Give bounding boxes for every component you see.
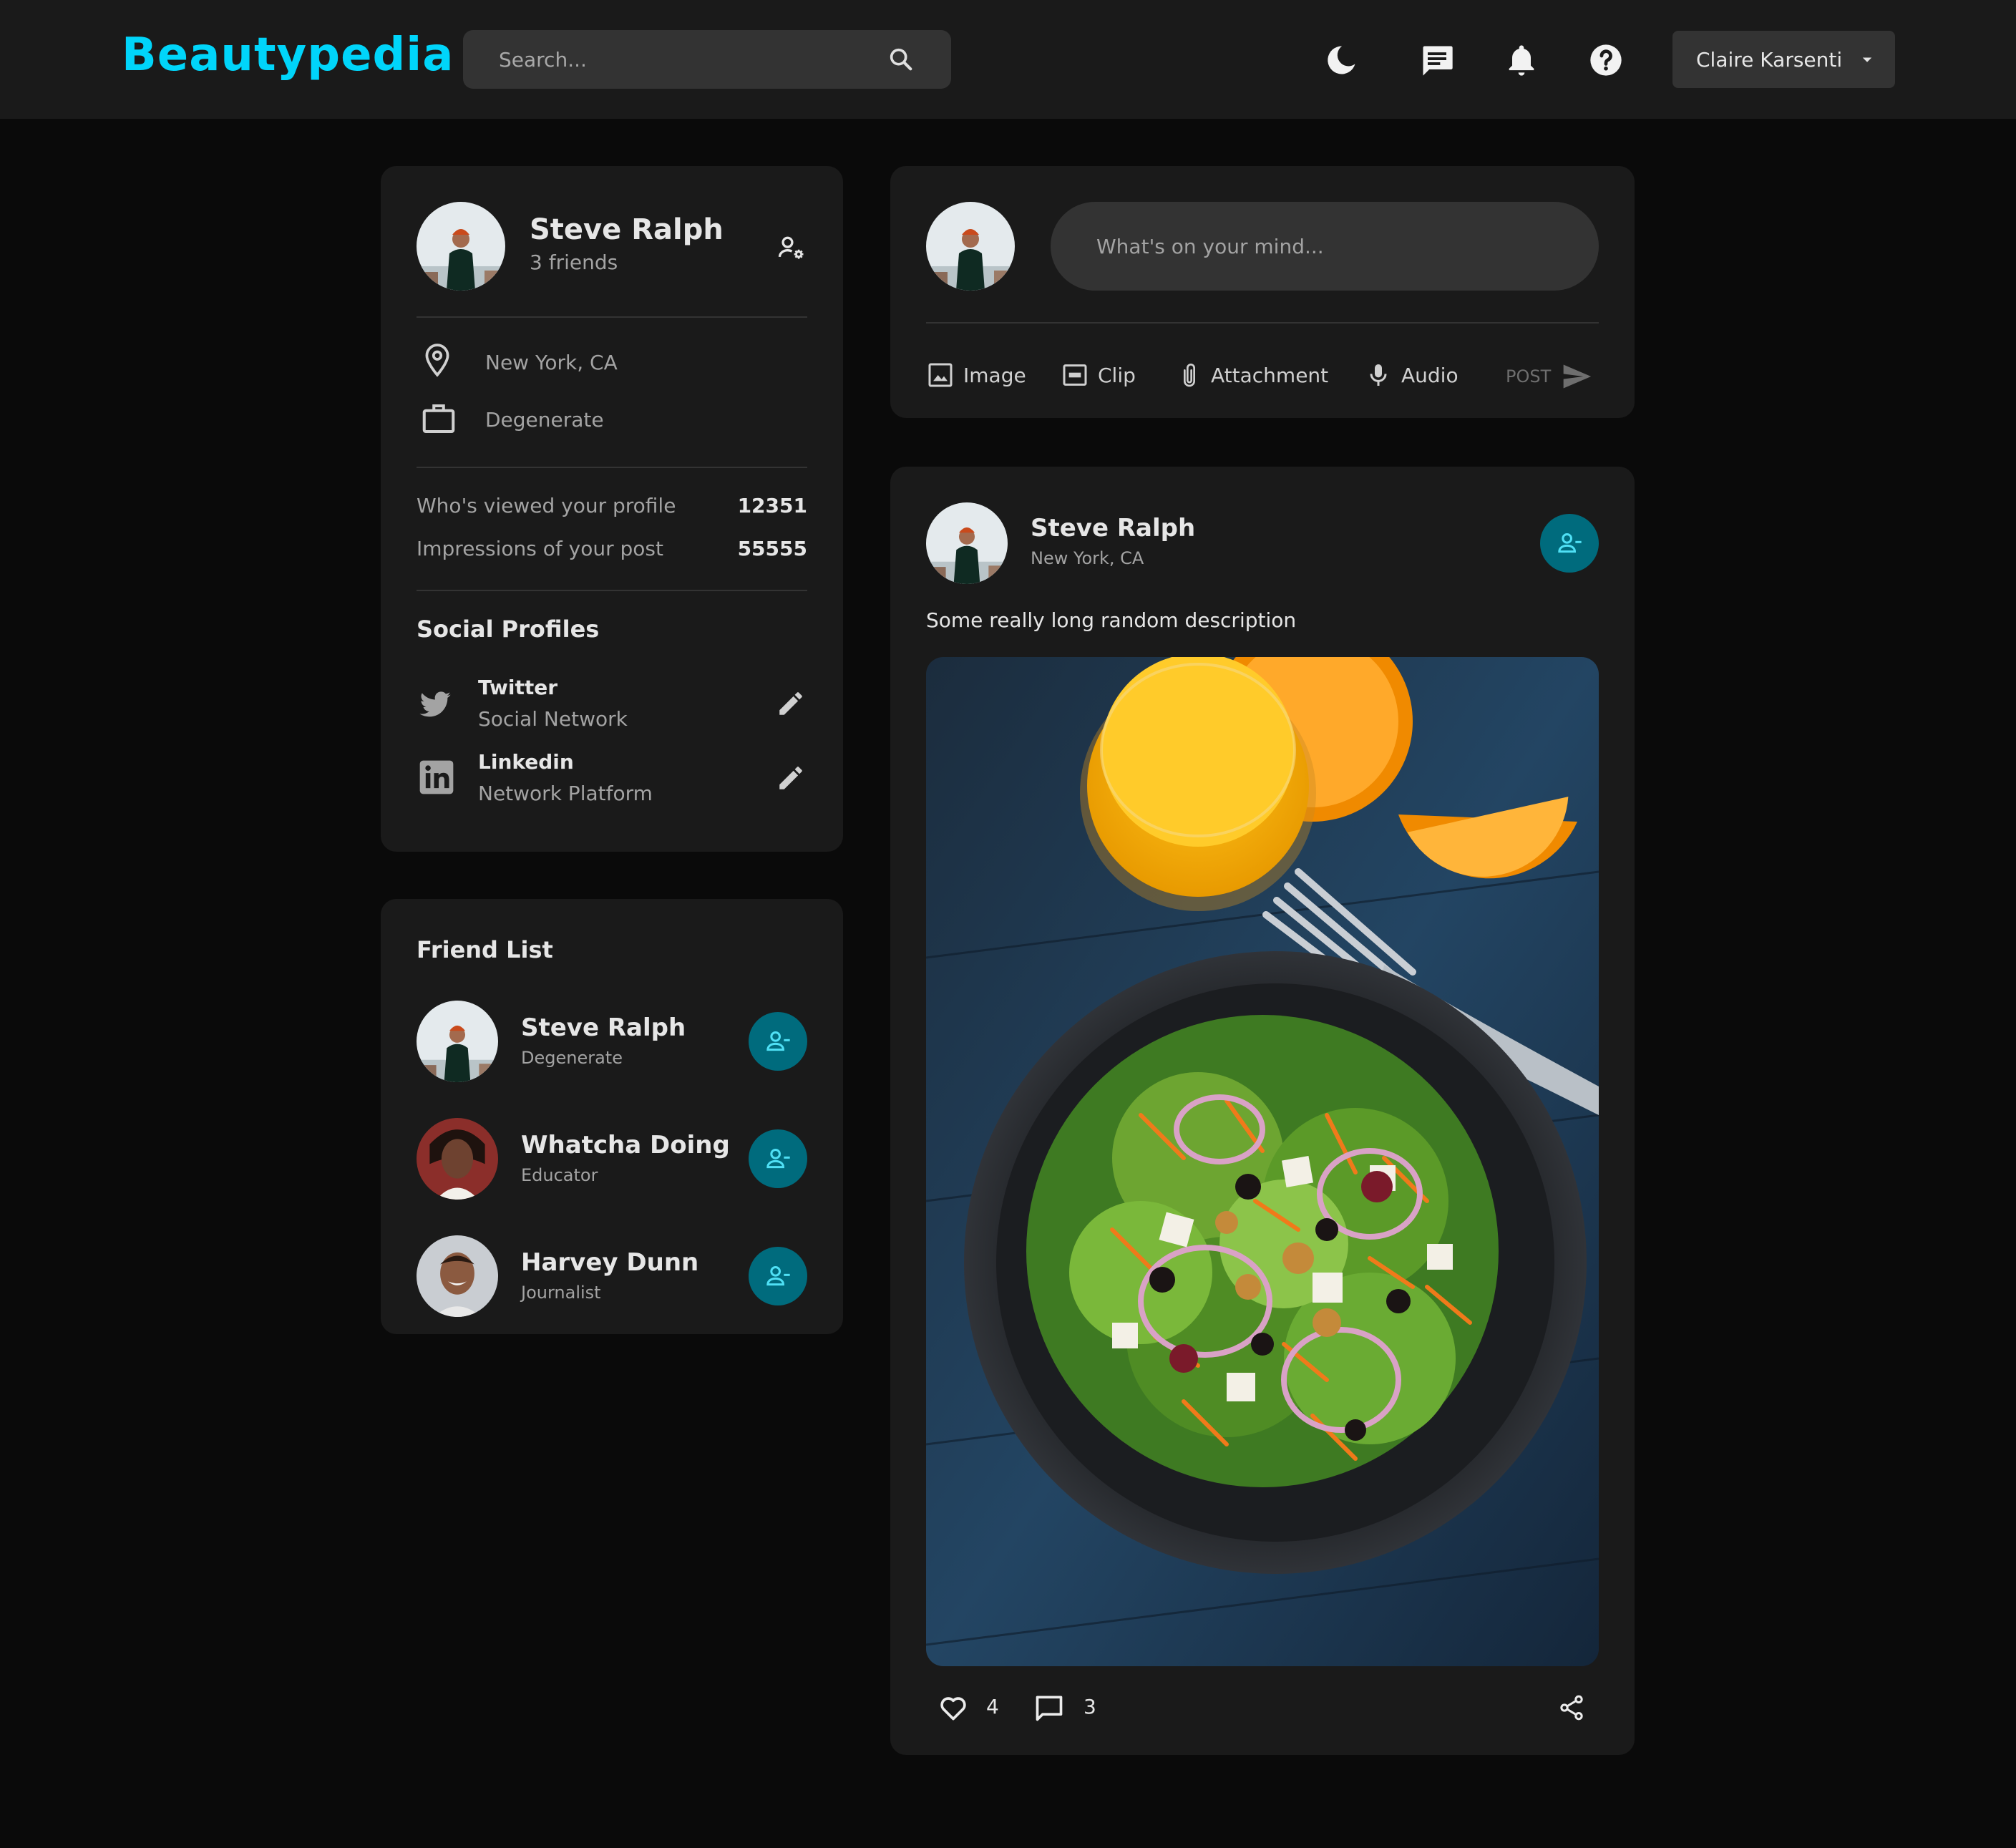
profile-divider (417, 590, 807, 591)
user-menu-select[interactable]: Claire Karsenti (1672, 31, 1895, 88)
search-input[interactable] (499, 47, 880, 72)
post-composer-card: [data-name="composer-input"]::placeholde… (890, 166, 1635, 418)
composer-input[interactable] (1051, 202, 1599, 291)
friend-list-card: Friend List Steve Ralph Degenerate Whatc (381, 899, 843, 1334)
post-author-avatar[interactable] (926, 502, 1008, 584)
profile-friend-count: 3 friends (530, 251, 618, 274)
person-remove-icon (766, 1266, 790, 1286)
friend-avatar[interactable] (417, 1001, 498, 1082)
twitter-icon (419, 691, 451, 717)
social-name-linkedin[interactable]: Linkedin (478, 750, 574, 774)
stat-label-profile-views: Who's viewed your profile (417, 494, 676, 517)
gif-icon (1063, 364, 1087, 386)
dark-mode-icon[interactable] (1323, 42, 1360, 79)
stat-value-profile-views: 12351 (737, 494, 807, 517)
composer-action-audio[interactable]: Audio (1364, 361, 1459, 389)
friend-name[interactable]: Whatcha Doing (521, 1131, 730, 1159)
edit-linkedin-icon[interactable] (776, 763, 806, 793)
composer-divider (926, 322, 1599, 324)
remove-friend-button[interactable] (749, 1129, 807, 1188)
briefcase-icon (422, 404, 455, 434)
top-navbar: Beautypedia Claire Karsenti (0, 0, 2016, 119)
attachment-icon (1184, 364, 1195, 387)
post-button-label: POST (1506, 366, 1552, 386)
share-icon[interactable] (1557, 1693, 1586, 1722)
social-name-twitter[interactable]: Twitter (478, 676, 557, 699)
like-count: 4 (986, 1695, 999, 1718)
search-icon[interactable] (887, 45, 915, 74)
search-bar (463, 30, 951, 89)
comment-count: 3 (1084, 1695, 1096, 1718)
comment-icon[interactable] (1033, 1692, 1065, 1723)
friend-occupation: Educator (521, 1165, 598, 1185)
user-name: Claire Karsenti (1696, 47, 1843, 72)
person-remove-icon (1558, 533, 1582, 553)
composer-action-label: Attachment (1211, 363, 1329, 387)
post-description: Some really long random description (926, 608, 1297, 632)
like-heart-icon[interactable] (938, 1692, 969, 1723)
remove-friend-button[interactable] (749, 1247, 807, 1305)
composer-action-label: Clip (1098, 363, 1136, 387)
post-image[interactable] (926, 657, 1599, 1666)
remove-friend-button[interactable] (1540, 514, 1599, 573)
composer-action-clip[interactable]: Clip (1061, 361, 1136, 389)
friend-avatar[interactable] (417, 1235, 498, 1317)
social-type-linkedin: Network Platform (478, 782, 653, 805)
post-author-name[interactable]: Steve Ralph (1031, 514, 1195, 543)
profile-occupation: Degenerate (485, 408, 604, 432)
friend-list-title: Friend List (417, 936, 553, 963)
friend-avatar[interactable] (417, 1118, 498, 1200)
profile-location: New York, CA (485, 351, 618, 374)
composer-action-label: Image (963, 363, 1026, 387)
composer-action-label: Audio (1401, 363, 1459, 387)
friend-name[interactable]: Harvey Dunn (521, 1248, 698, 1277)
brand-logo[interactable]: Beautypedia (122, 29, 454, 82)
microphone-icon (1370, 364, 1387, 386)
friend-occupation: Journalist (521, 1283, 601, 1303)
friend-name[interactable]: Steve Ralph (521, 1013, 686, 1042)
linkedin-icon (419, 760, 454, 794)
profile-divider (417, 316, 807, 318)
social-type-twitter: Social Network (478, 707, 628, 731)
profile-name[interactable]: Steve Ralph (530, 213, 724, 246)
edit-twitter-icon[interactable] (776, 689, 806, 719)
caret-down-icon (1862, 57, 1872, 62)
notification-icon[interactable] (1503, 42, 1540, 79)
location-pin-icon (425, 344, 449, 377)
friend-occupation: Degenerate (521, 1048, 623, 1068)
remove-friend-button[interactable] (749, 1012, 807, 1071)
person-remove-icon (766, 1149, 790, 1169)
post-button[interactable]: POST (1506, 361, 1592, 392)
help-icon[interactable] (1587, 42, 1625, 79)
stat-label-impressions: Impressions of your post (417, 537, 663, 560)
composer-action-image[interactable]: Image (926, 361, 1026, 389)
profile-divider (417, 467, 807, 468)
manage-account-icon[interactable] (776, 232, 807, 263)
image-icon (928, 363, 953, 387)
post-card: Steve Ralph New York, CA Some really lon… (890, 467, 1635, 1755)
message-icon[interactable] (1418, 42, 1456, 79)
post-author-location: New York, CA (1031, 548, 1144, 568)
composer-avatar[interactable] (926, 202, 1015, 291)
profile-card: Steve Ralph 3 friends New York, CA Degen… (381, 166, 843, 852)
composer-action-attachment[interactable]: Attachment (1175, 361, 1328, 389)
send-icon (1563, 364, 1592, 389)
social-profiles-title: Social Profiles (417, 616, 600, 643)
person-remove-icon (766, 1031, 790, 1051)
profile-avatar[interactable] (417, 202, 505, 291)
stat-value-impressions: 55555 (737, 537, 807, 560)
